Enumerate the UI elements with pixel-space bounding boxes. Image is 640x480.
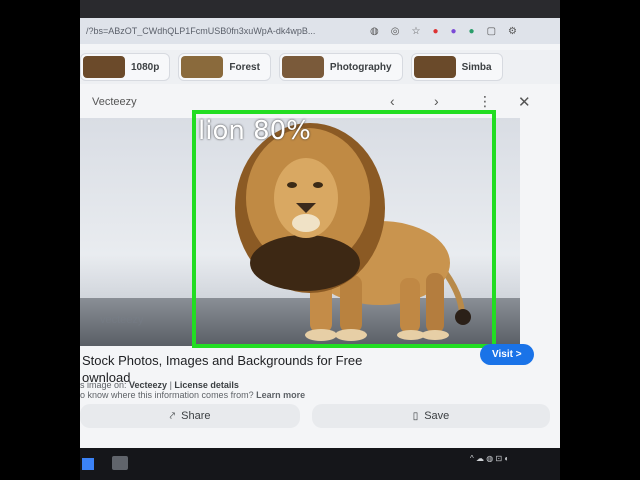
bookmark-icon: ▯ bbox=[412, 410, 419, 422]
chip-forest[interactable]: Forest bbox=[178, 53, 271, 81]
chip-photography[interactable]: Photography bbox=[278, 53, 403, 81]
browser-screen: /?bs=ABzOT_CWdhQLP1FcmUSB0fn3xuWpA-dk4wp… bbox=[80, 18, 560, 448]
extension-red-icon[interactable]: ● bbox=[432, 26, 438, 37]
info-source-link[interactable]: Vecteezy bbox=[129, 380, 167, 390]
save-label: Save bbox=[424, 410, 450, 422]
eye-off-icon[interactable]: ◎ bbox=[391, 26, 400, 37]
chip-label: 1080p bbox=[131, 61, 160, 73]
address-bar[interactable]: /?bs=ABzOT_CWdhQLP1FcmUSB0fn3xuWpA-dk4wp… bbox=[80, 18, 560, 44]
photo-of-screen: /?bs=ABzOT_CWdhQLP1FcmUSB0fn3xuWpA-dk4wp… bbox=[80, 0, 560, 480]
share-label: Share bbox=[181, 410, 211, 422]
star-icon[interactable]: ☆ bbox=[411, 26, 420, 37]
share-button[interactable]: ⤤ Share bbox=[80, 404, 300, 428]
license-details-link[interactable]: License details bbox=[174, 380, 239, 390]
info-question-text: o know where this information comes from… bbox=[80, 390, 257, 400]
app-icon[interactable] bbox=[112, 456, 128, 470]
chip-1080p[interactable]: 1080p bbox=[80, 53, 171, 81]
related-searches-bar: 1080p Forest Photography Simba bbox=[80, 50, 560, 84]
chip-thumbnail bbox=[83, 56, 125, 78]
extension-green-icon[interactable]: ● bbox=[469, 26, 475, 37]
detection-label: lion 80% bbox=[198, 116, 311, 146]
visit-button[interactable]: Visit > bbox=[480, 344, 534, 365]
chevron-left-icon[interactable]: ‹ bbox=[390, 93, 395, 109]
info-prefix: s image on: bbox=[80, 380, 130, 390]
browser-toolbar-icons: ◍ ◎ ☆ ● ● ● ▢ ⚙ bbox=[370, 26, 517, 37]
more-options-icon[interactable]: ⋮ bbox=[478, 93, 492, 110]
source-name[interactable]: Vecteezy bbox=[92, 96, 137, 108]
shield-icon[interactable]: ◍ bbox=[370, 26, 379, 37]
watermark-text: vecteezy bbox=[100, 314, 144, 326]
url-text[interactable]: /?bs=ABzOT_CWdhQLP1FcmUSB0fn3xuWpA-dk4wp… bbox=[86, 26, 356, 36]
learn-more-link[interactable]: Learn more bbox=[256, 390, 305, 400]
chip-label: Simba bbox=[461, 61, 492, 73]
system-tray[interactable]: ^ ☁ ◍ ⊡ ◐ bbox=[470, 454, 509, 463]
chip-label: Photography bbox=[329, 61, 392, 73]
save-button[interactable]: ▯ Save bbox=[312, 404, 550, 428]
chip-thumbnail bbox=[281, 56, 324, 78]
image-source-info: s image on: Vecteezy | License details bbox=[80, 380, 239, 390]
taskbar: ^ ☁ ◍ ⊡ ◐ bbox=[80, 448, 560, 480]
tab-icon[interactable]: ▢ bbox=[487, 26, 496, 37]
result-title-line1: Stock Photos, Images and Backgrounds for… bbox=[82, 353, 363, 368]
chip-label: Forest bbox=[229, 61, 260, 73]
chip-simba[interactable]: Simba bbox=[410, 53, 503, 81]
chip-thumbnail bbox=[181, 56, 224, 78]
chip-thumbnail bbox=[413, 56, 456, 78]
info-question: o know where this information comes from… bbox=[80, 390, 305, 400]
close-icon[interactable]: ✕ bbox=[518, 93, 531, 111]
chevron-right-icon[interactable]: › bbox=[434, 93, 439, 109]
settings-icon[interactable]: ⚙ bbox=[508, 26, 517, 37]
share-icon: ⤤ bbox=[169, 410, 176, 422]
windows-start-icon[interactable] bbox=[82, 458, 94, 470]
extension-purple-icon[interactable]: ● bbox=[450, 26, 456, 37]
